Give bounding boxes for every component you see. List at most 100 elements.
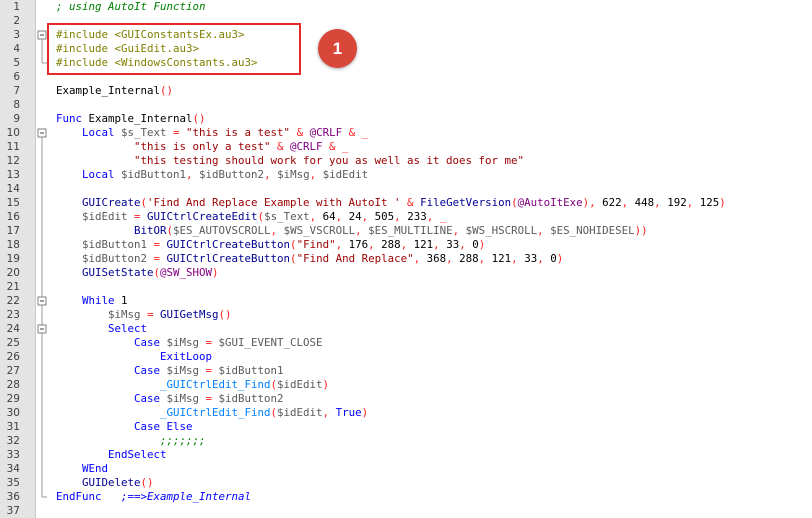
code-text: GUISetState(@SW_SHOW) [56,266,219,279]
code-text: $idEdit = GUICtrlCreateEdit($s_Text, 64,… [56,210,447,223]
line-number: 30 [6,407,20,419]
code-line: 36 EndFunc ;==>Example_Internal [0,490,812,504]
line-number: 25 [6,337,20,349]
code-text: Case $iMsg = $idButton2 [56,392,284,405]
line-number: 28 [6,379,20,391]
line-number: 21 [6,281,20,293]
code-text: $idButton1 = GUICtrlCreateButton("Find",… [56,238,486,251]
code-line: 15 GUICreate('Find And Replace Example w… [0,196,812,210]
code-text: _GUICtrlEdit_Find($idEdit, True) [56,406,369,419]
code-editor[interactable]: 1; using AutoIt Function 2 3 #include <GUIC… [0,0,812,518]
line-number: 33 [6,449,20,461]
code-line: 11 "this is only a test" & @CRLF & _ [0,140,812,154]
code-line: 31 Case Else [0,420,812,434]
code-text: GUIDelete() [56,476,154,489]
code-line: 18 $idButton1 = GUICtrlCreateButton("Fin… [0,238,812,252]
line-number: 17 [6,225,20,237]
line-number: 12 [6,155,20,167]
include-highlight-box [47,23,301,75]
code-line: 29 Case $iMsg = $idButton2 [0,392,812,406]
code-line: 19 $idButton2 = GUICtrlCreateButton("Fin… [0,252,812,266]
line-number: 1 [13,1,20,13]
code-line: 35 GUIDelete() [0,476,812,490]
code-line: 13 Local $idButton1, $idButton2, $iMsg, … [0,168,812,182]
line-number: 27 [6,365,20,377]
code-line: 28 _GUICtrlEdit_Find($idEdit) [0,378,812,392]
line-number: 15 [6,197,20,209]
line-number: 37 [6,505,20,517]
code-text: Case Else [56,420,193,433]
code-text: EndFunc ;==>Example_Internal [56,490,252,503]
code-line: 32 ;;;;;;; [0,434,812,448]
code-line: 25 Case $iMsg = $GUI_EVENT_CLOSE [0,336,812,350]
code-text: Case $iMsg = $GUI_EVENT_CLOSE [56,336,323,349]
code-line: 27 Case $iMsg = $idButton1 [0,364,812,378]
line-number: 14 [6,183,20,195]
code-text: Select [56,322,148,335]
line-number: 8 [13,99,20,111]
code-line: 34 WEnd [0,462,812,476]
line-number: 4 [13,43,20,55]
code-text: $idButton2 = GUICtrlCreateButton("Find A… [56,252,564,265]
line-number: 7 [13,85,20,97]
code-line: 8 [0,98,812,112]
code-line: 21 [0,280,812,294]
line-number: 23 [6,309,20,321]
line-number: 9 [13,113,20,125]
code-line: 37 [0,504,812,518]
code-text: Example_Internal() [56,84,174,97]
code-line: 17 BitOR($ES_AUTOVSCROLL, $WS_VSCROLL, $… [0,224,812,238]
line-number: 34 [6,463,20,475]
line-number: 24 [6,323,20,335]
code-text: GUICreate('Find And Replace Example with… [56,196,726,209]
code-text: Local $idButton1, $idButton2, $iMsg, $id… [56,168,369,181]
line-number: 32 [6,435,20,447]
line-number: 16 [6,211,20,223]
line-number: 10 [6,127,20,139]
line-number: 11 [6,141,20,153]
code-line: 24 Select [0,322,812,336]
code-text: _GUICtrlEdit_Find($idEdit) [56,378,330,391]
line-number: 26 [6,351,20,363]
line-number: 22 [6,295,20,307]
code-line: 10 Local $s_Text = "this is a test" & @C… [0,126,812,140]
code-text: EndSelect [56,448,167,461]
code-line: 9 Func Example_Internal() [0,112,812,126]
code-line: 33 EndSelect [0,448,812,462]
line-number: 2 [13,15,20,27]
code-line: 16 $idEdit = GUICtrlCreateEdit($s_Text, … [0,210,812,224]
code-text: Local $s_Text = "this is a test" & @CRLF… [56,126,369,139]
code-line: 26 ExitLoop [0,350,812,364]
code-text: BitOR($ES_AUTOVSCROLL, $WS_VSCROLL, $ES_… [56,224,648,237]
code-text: Func Example_Internal() [56,112,206,125]
line-number: 29 [6,393,20,405]
code-text: "this testing should work for you as wel… [56,154,525,167]
code-line: 30 _GUICtrlEdit_Find($idEdit, True) [0,406,812,420]
code-text: Case $iMsg = $idButton1 [56,364,284,377]
code-line: 7 Example_Internal() [0,84,812,98]
callout-number-badge: 1 [318,29,357,68]
code-line: 14 [0,182,812,196]
code-text: $iMsg = GUIGetMsg() [56,308,232,321]
line-number: 20 [6,267,20,279]
code-text: "this is only a test" & @CRLF & _ [56,140,349,153]
code-line: 23 $iMsg = GUIGetMsg() [0,308,812,322]
line-number: 36 [6,491,20,503]
line-number: 31 [6,421,20,433]
code-text: WEnd [56,462,109,475]
line-number: 5 [13,57,20,69]
code-text: ExitLoop [56,350,213,363]
code-line: 22 While 1 [0,294,812,308]
line-number: 6 [13,71,20,83]
line-number: 19 [6,253,20,265]
code-line: 20 GUISetState(@SW_SHOW) [0,266,812,280]
code-text: ;;;;;;; [56,434,206,447]
code-line: 1 ; using AutoIt Function [0,0,812,14]
line-number: 35 [6,477,20,489]
line-number: 13 [6,169,20,181]
line-number: 18 [6,239,20,251]
code-text: While 1 [56,294,128,307]
code-text: ; using AutoIt Function [56,0,206,13]
line-number: 3 [13,29,20,41]
code-line: 12 "this testing should work for you as … [0,154,812,168]
